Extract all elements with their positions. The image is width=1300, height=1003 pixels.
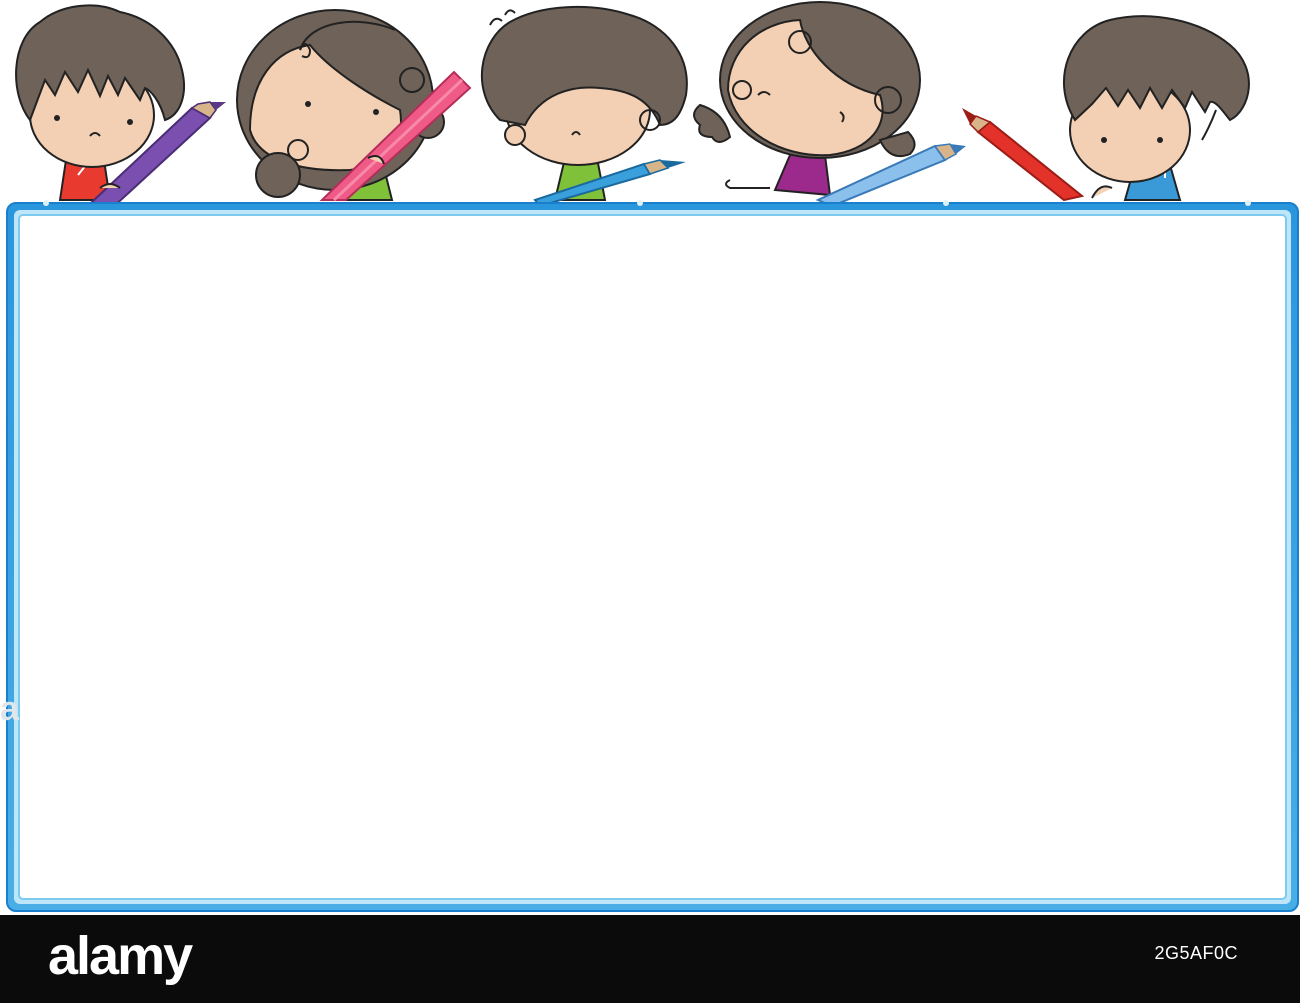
boy-red-shirt-character: [15, 4, 226, 212]
blue-pencil: [533, 159, 686, 208]
red-pencil: [962, 108, 1085, 202]
boy-green-shirt-character: [480, 5, 688, 208]
watermark-letter: a: [0, 690, 19, 728]
image-id-label: 2G5AF0C: [1154, 943, 1238, 963]
alamy-logo: alamy: [48, 926, 193, 986]
boy-blue-shirt-character: [962, 15, 1250, 202]
stock-footer-bar: alamy 2G5AF0C: [0, 915, 1300, 1003]
girl-green-shirt-character: [236, 9, 472, 202]
girl-purple-shirt-character: [693, 1, 966, 208]
whiteboard-frame: [6, 200, 1299, 912]
kids-pencil-frame-illustration: [6, 1, 1299, 912]
